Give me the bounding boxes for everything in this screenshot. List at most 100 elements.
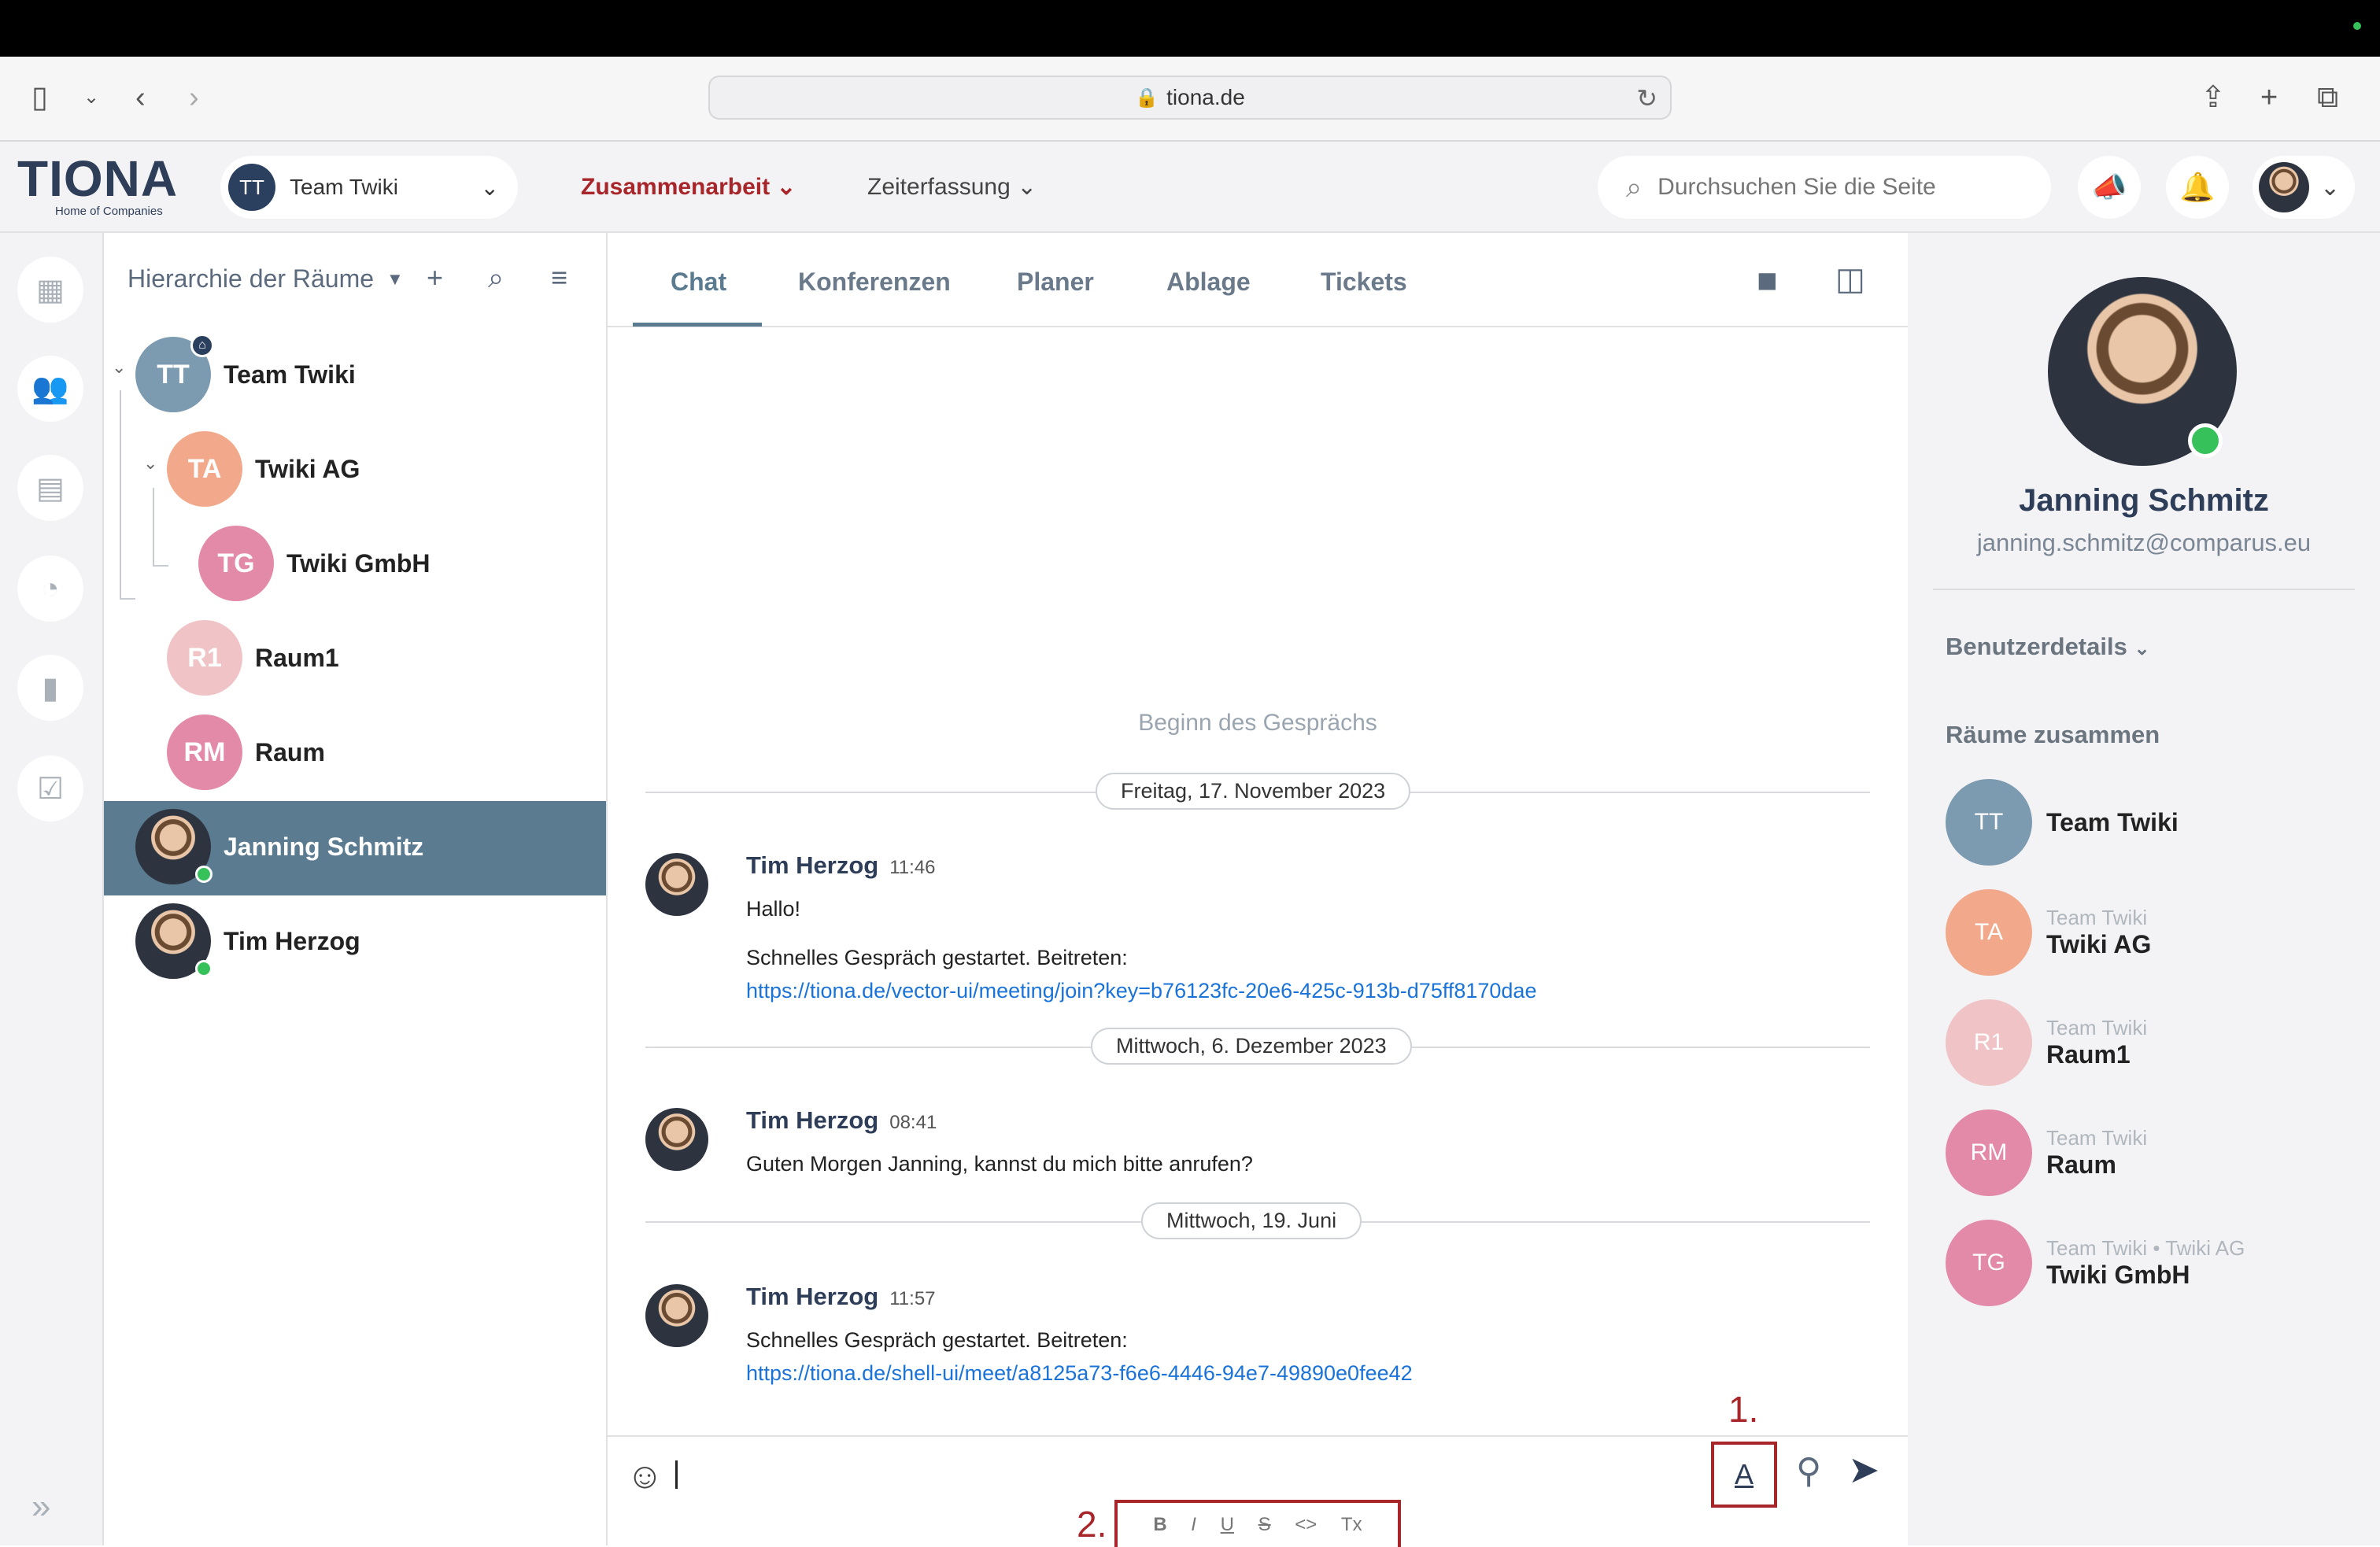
- nav-zusammenarbeit[interactable]: Zusammenarbeit ⌄: [581, 173, 796, 201]
- tab-ablage[interactable]: Ablage: [1166, 268, 1251, 297]
- tab-konferenzen[interactable]: Konferenzen: [798, 268, 951, 297]
- strikethrough-icon[interactable]: S: [1258, 1514, 1271, 1536]
- bold-icon[interactable]: B: [1153, 1514, 1166, 1536]
- tree-title[interactable]: Hierarchie der Räume ▼: [128, 264, 404, 294]
- room-item[interactable]: TA Team Twiki Twiki AG: [1946, 889, 2151, 976]
- tree-item-janning-schmitz[interactable]: Janning Schmitz: [135, 809, 423, 884]
- share-icon[interactable]: ⇪: [2201, 77, 2226, 118]
- tree-line: [120, 598, 135, 600]
- tab-planer[interactable]: Planer: [1017, 268, 1094, 297]
- profile-email: janning.schmitz@comparus.eu: [1976, 529, 2312, 556]
- nav-zeiterfassung[interactable]: Zeiterfassung ⌄: [867, 173, 1037, 201]
- url-text: tiona.de: [1166, 85, 1245, 109]
- room-tree-panel: Hierarchie der Räume ▼ + ⌕ ≡ ⌄ TT ⌂ Team T…: [104, 233, 608, 1545]
- expand-sidebar-icon[interactable]: »: [31, 1487, 50, 1527]
- divider: [1933, 589, 2355, 590]
- annotation-2: 2.: [1077, 1504, 1107, 1545]
- tree-line: [153, 488, 154, 565]
- tab-tickets[interactable]: Tickets: [1321, 268, 1407, 297]
- tree-item-twiki-gmbh[interactable]: TG Twiki GmbH: [198, 526, 431, 601]
- code-icon[interactable]: <>: [1295, 1514, 1317, 1536]
- room-name: Twiki AG: [2046, 930, 2152, 958]
- user-menu[interactable]: ⌄: [2252, 156, 2355, 219]
- conversation-start: Beginn des Gesprächs: [1138, 710, 1377, 736]
- sidebar-toggle-icon[interactable]: ▯: [31, 77, 48, 118]
- message-sender[interactable]: Tim Herzog 11:46: [746, 851, 936, 880]
- announcement-icon[interactable]: 📣: [2078, 156, 2141, 219]
- user-details-toggle[interactable]: Benutzerdetails ⌄: [1946, 633, 2150, 661]
- avatar: RM: [167, 714, 242, 790]
- team-selector[interactable]: TT Team Twiki ⌄: [220, 156, 518, 219]
- time-add-icon[interactable]: ◔: [17, 556, 83, 622]
- calendar-icon[interactable]: ▤: [17, 455, 83, 521]
- emoji-icon[interactable]: ☺: [626, 1454, 663, 1497]
- new-tab-icon[interactable]: +: [2260, 77, 2278, 118]
- message-text: Guten Morgen Janning, kannst du mich bit…: [746, 1152, 1253, 1176]
- chevron-down-icon[interactable]: ⌄: [143, 453, 157, 474]
- back-icon[interactable]: ‹: [135, 77, 146, 118]
- rooms-together-heading: Räume zusammen: [1946, 721, 2160, 748]
- dashboard-icon[interactable]: ▦: [17, 257, 83, 323]
- chevron-down-icon: ⌄: [2134, 638, 2150, 659]
- team-icon[interactable]: 👥: [17, 356, 83, 422]
- search-box[interactable]: ⌕: [1598, 156, 2051, 219]
- app-header: TIONA Home of Companies TT Team Twiki ⌄ …: [0, 142, 2380, 233]
- reload-icon[interactable]: ↻: [1636, 83, 1658, 113]
- add-room-icon[interactable]: +: [427, 261, 443, 294]
- tree-item-raum1[interactable]: R1 Raum1: [167, 620, 339, 696]
- tab-chat[interactable]: Chat: [671, 268, 726, 297]
- meeting-link[interactable]: https://tiona.de/vector-ui/meeting/join?…: [746, 979, 1536, 1003]
- search-icon[interactable]: ⌕: [488, 261, 504, 295]
- room-item[interactable]: RM Team Twiki Raum: [1946, 1109, 2147, 1196]
- underline-icon[interactable]: U: [1221, 1514, 1234, 1536]
- tree-item-twiki-ag[interactable]: TA Twiki AG: [167, 431, 360, 507]
- message-input[interactable]: [675, 1460, 678, 1489]
- chevron-down-icon: ⌄: [1017, 174, 1037, 200]
- document-icon[interactable]: ▮: [17, 655, 83, 721]
- avatar: [135, 903, 213, 979]
- send-icon[interactable]: ➤: [1848, 1448, 1879, 1492]
- logo[interactable]: TIONA: [17, 150, 178, 208]
- address-bar[interactable]: 🔒 tiona.de ↻: [708, 76, 1672, 120]
- day-label: Mittwoch, 19. Juni: [1141, 1202, 1362, 1239]
- room-parent: Team Twiki: [2046, 906, 2148, 929]
- forward-icon[interactable]: ›: [189, 77, 199, 118]
- message-sender[interactable]: Tim Herzog 08:41: [746, 1106, 937, 1135]
- active-tab-indicator: [633, 323, 762, 327]
- tree-item-team-twiki[interactable]: TT ⌂ Team Twiki: [135, 334, 356, 412]
- room-item[interactable]: TT Team Twiki: [1946, 779, 2179, 866]
- tree-item-raum[interactable]: RM Raum: [167, 714, 325, 790]
- italic-icon[interactable]: I: [1191, 1514, 1196, 1536]
- lock-icon: 🔒: [1135, 87, 1159, 109]
- message-time: 11:57: [889, 1288, 936, 1309]
- bell-icon[interactable]: 🔔: [2166, 156, 2229, 219]
- chevron-down-icon[interactable]: ⌄: [112, 357, 126, 378]
- profile-panel: Janning Schmitz janning.schmitz@comparus…: [1908, 233, 2380, 1545]
- browser-toolbar: ▯ ⌄ ‹ › 🔒 tiona.de ↻ ⇪ + ⧉: [0, 57, 2380, 142]
- avatar: R1: [1946, 999, 2032, 1086]
- meeting-link[interactable]: https://tiona.de/shell-ui/meet/a8125a73-…: [746, 1361, 1413, 1386]
- task-icon[interactable]: ☑: [17, 755, 83, 821]
- text-format-button[interactable]: A: [1711, 1442, 1777, 1508]
- tree-item-tim-herzog[interactable]: Tim Herzog: [135, 903, 360, 979]
- avatar: [645, 1284, 708, 1347]
- search-input[interactable]: [1658, 174, 2005, 201]
- message-sender[interactable]: Tim Herzog 11:57: [746, 1283, 936, 1311]
- chevron-down-icon[interactable]: ⌄: [83, 77, 99, 118]
- sort-icon[interactable]: ≡: [551, 261, 567, 294]
- message-time: 08:41: [889, 1112, 937, 1133]
- message-text: Schnelles Gespräch gestartet. Beitreten:: [746, 946, 1128, 969]
- room-parent: Team Twiki: [2046, 1126, 2148, 1150]
- panel-toggle-icon[interactable]: ◫: [1835, 261, 1865, 297]
- attachment-icon[interactable]: ⚲: [1796, 1451, 1821, 1491]
- tabs-overview-icon[interactable]: ⧉: [2317, 77, 2338, 118]
- message-text: Schnelles Gespräch gestartet. Beitreten:: [746, 1328, 1128, 1352]
- room-item[interactable]: TG Team Twiki • Twiki AG Twiki GmbH: [1946, 1220, 2245, 1306]
- clear-format-icon[interactable]: Tx: [1341, 1514, 1362, 1536]
- video-call-icon[interactable]: ■: [1757, 261, 1778, 301]
- logo-subtitle: Home of Companies: [55, 205, 163, 218]
- room-item[interactable]: R1 Team Twiki Raum1: [1946, 999, 2147, 1086]
- avatar: RM: [1946, 1109, 2032, 1196]
- chevron-down-icon: ⌄: [776, 174, 796, 200]
- room-name: Raum: [2046, 1150, 2116, 1179]
